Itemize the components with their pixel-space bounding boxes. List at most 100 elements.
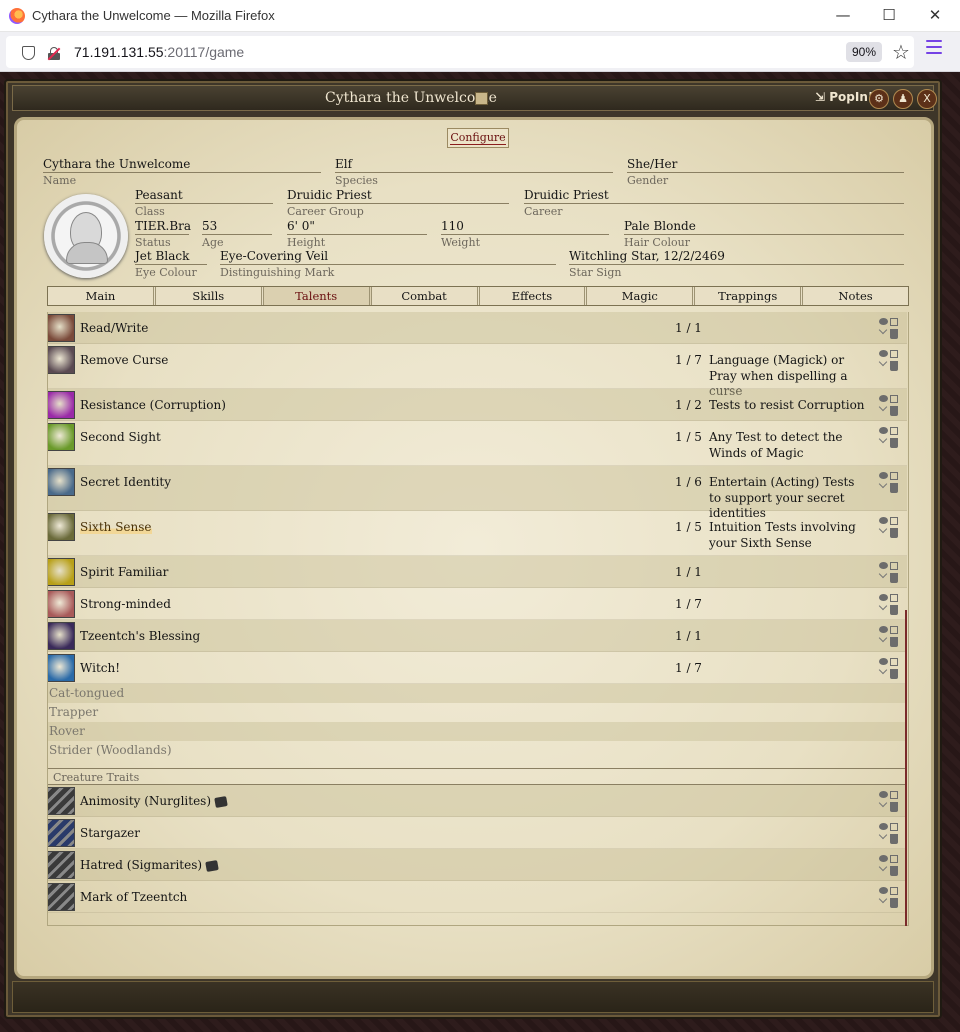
- chat-icon[interactable]: [879, 658, 888, 665]
- edit-icon[interactable]: [890, 395, 898, 403]
- star-sign-field[interactable]: Witchling Star, 12/2/2469: [569, 248, 904, 265]
- claw-icon[interactable]: [47, 787, 75, 815]
- chat-icon[interactable]: [879, 318, 888, 325]
- trait-name[interactable]: Mark of Tzeentch: [80, 890, 187, 904]
- book-icon[interactable]: [47, 314, 75, 342]
- trait-row[interactable]: Mark of Tzeentch: [47, 881, 907, 913]
- zoom-level[interactable]: 90%: [846, 42, 882, 62]
- trash-icon[interactable]: [890, 605, 898, 615]
- trash-icon[interactable]: [890, 802, 898, 812]
- tab-main[interactable]: Main: [48, 287, 156, 305]
- suggested-talent[interactable]: Rover: [47, 722, 907, 741]
- talent-name[interactable]: Sixth Sense: [80, 520, 152, 534]
- paw-icon[interactable]: [47, 558, 75, 586]
- trait-row[interactable]: Hatred (Sigmarites): [47, 849, 907, 881]
- tab-combat[interactable]: Combat: [371, 287, 480, 305]
- weight-field[interactable]: 110: [441, 218, 609, 235]
- talent-row[interactable]: Resistance (Corruption) 1 / 2 Tests to res…: [47, 389, 907, 421]
- suggested-talent[interactable]: Cat-tongued: [47, 684, 907, 703]
- edit-icon[interactable]: [890, 626, 898, 634]
- book-icon[interactable]: [475, 92, 488, 105]
- career-field[interactable]: Druidic Priest: [524, 187, 904, 204]
- horned-skull-icon[interactable]: [47, 391, 75, 419]
- chat-icon[interactable]: [879, 594, 888, 601]
- url-bar[interactable]: 71.191.131.55:20117/game 90% ☆: [6, 36, 914, 68]
- age-field[interactable]: 53: [202, 218, 272, 235]
- trash-icon[interactable]: [890, 528, 898, 538]
- chat-icon[interactable]: [879, 823, 888, 830]
- close-sheet-button[interactable]: X: [917, 89, 937, 109]
- stargazer-icon[interactable]: [47, 819, 75, 847]
- bookmark-star-icon[interactable]: ☆: [892, 40, 910, 64]
- gender-field[interactable]: She/Her: [627, 156, 904, 173]
- chevron-down-icon[interactable]: [878, 665, 888, 675]
- height-field[interactable]: 6' 0": [287, 218, 427, 235]
- talent-row[interactable]: Witch! 1 / 7: [47, 652, 907, 684]
- chat-icon[interactable]: [879, 887, 888, 894]
- chat-icon[interactable]: [879, 791, 888, 798]
- dice-icon[interactable]: [205, 859, 219, 872]
- suggested-talent[interactable]: Trapper: [47, 703, 907, 722]
- tab-magic[interactable]: Magic: [587, 287, 696, 305]
- edit-icon[interactable]: [890, 562, 898, 570]
- talent-name[interactable]: Second Sight: [80, 430, 161, 444]
- trash-icon[interactable]: [890, 669, 898, 679]
- hamburger-menu-icon[interactable]: [926, 40, 942, 54]
- trash-icon[interactable]: [890, 329, 898, 339]
- trash-icon[interactable]: [890, 361, 898, 371]
- species-field[interactable]: Elf: [335, 156, 613, 173]
- tab-effects[interactable]: Effects: [479, 287, 588, 305]
- chat-icon[interactable]: [879, 395, 888, 402]
- name-field[interactable]: Cythara the Unwelcome: [43, 156, 321, 173]
- trait-name[interactable]: Stargazer: [80, 826, 140, 840]
- edit-icon[interactable]: [890, 594, 898, 602]
- trait-row[interactable]: Stargazer: [47, 817, 907, 849]
- tab-skills[interactable]: Skills: [155, 287, 264, 305]
- tzeentch-icon[interactable]: [47, 622, 75, 650]
- chevron-down-icon[interactable]: [878, 524, 888, 534]
- talent-name[interactable]: Remove Curse: [80, 353, 168, 367]
- talent-name[interactable]: Resistance (Corruption): [80, 398, 226, 412]
- talent-row[interactable]: Remove Curse 1 / 7 Language (Magick) or Pr…: [47, 344, 907, 398]
- minimize-button[interactable]: —: [828, 4, 858, 28]
- chevron-down-icon[interactable]: [878, 633, 888, 643]
- claw-icon[interactable]: [47, 851, 75, 879]
- status-field[interactable]: TIER.Bra: [135, 218, 191, 235]
- career-group-field[interactable]: Druidic Priest: [287, 187, 509, 204]
- talent-row[interactable]: Strong-minded 1 / 7: [47, 588, 907, 620]
- sense-icon[interactable]: [47, 513, 75, 541]
- pentagram-icon[interactable]: [47, 654, 75, 682]
- edit-icon[interactable]: [890, 472, 898, 480]
- talent-row[interactable]: Spirit Familiar 1 / 1: [47, 556, 907, 588]
- trash-icon[interactable]: [890, 834, 898, 844]
- talent-name[interactable]: Witch!: [80, 661, 120, 675]
- talent-name[interactable]: Spirit Familiar: [80, 565, 168, 579]
- configure-button[interactable]: Configure: [447, 128, 509, 148]
- edit-icon[interactable]: [890, 791, 898, 799]
- talent-name[interactable]: Strong-minded: [80, 597, 171, 611]
- user-icon[interactable]: ♟: [893, 89, 913, 109]
- edit-icon[interactable]: [890, 318, 898, 326]
- trash-icon[interactable]: [890, 866, 898, 876]
- talent-name[interactable]: Read/Write: [80, 321, 148, 335]
- brain-icon[interactable]: [47, 590, 75, 618]
- hair-colour-field[interactable]: Pale Blonde: [624, 218, 904, 235]
- trait-name[interactable]: Hatred (Sigmarites): [80, 858, 219, 872]
- claw-icon[interactable]: [47, 883, 75, 911]
- chevron-down-icon[interactable]: [878, 830, 888, 840]
- settings-gear-icon[interactable]: ⚙: [869, 89, 889, 109]
- close-window-button[interactable]: ✕: [920, 4, 950, 28]
- shield-icon[interactable]: [22, 46, 35, 60]
- talent-name[interactable]: Tzeentch's Blessing: [80, 629, 200, 643]
- chat-icon[interactable]: [879, 517, 888, 524]
- edit-icon[interactable]: [890, 855, 898, 863]
- tab-trappings[interactable]: Trappings: [695, 287, 804, 305]
- trash-icon[interactable]: [890, 573, 898, 583]
- chat-icon[interactable]: [879, 855, 888, 862]
- edit-icon[interactable]: [890, 823, 898, 831]
- chevron-down-icon[interactable]: [878, 894, 888, 904]
- tab-notes[interactable]: Notes: [803, 287, 908, 305]
- chat-icon[interactable]: [879, 626, 888, 633]
- url-text[interactable]: 71.191.131.55:20117/game: [74, 44, 244, 60]
- chevron-down-icon[interactable]: [878, 601, 888, 611]
